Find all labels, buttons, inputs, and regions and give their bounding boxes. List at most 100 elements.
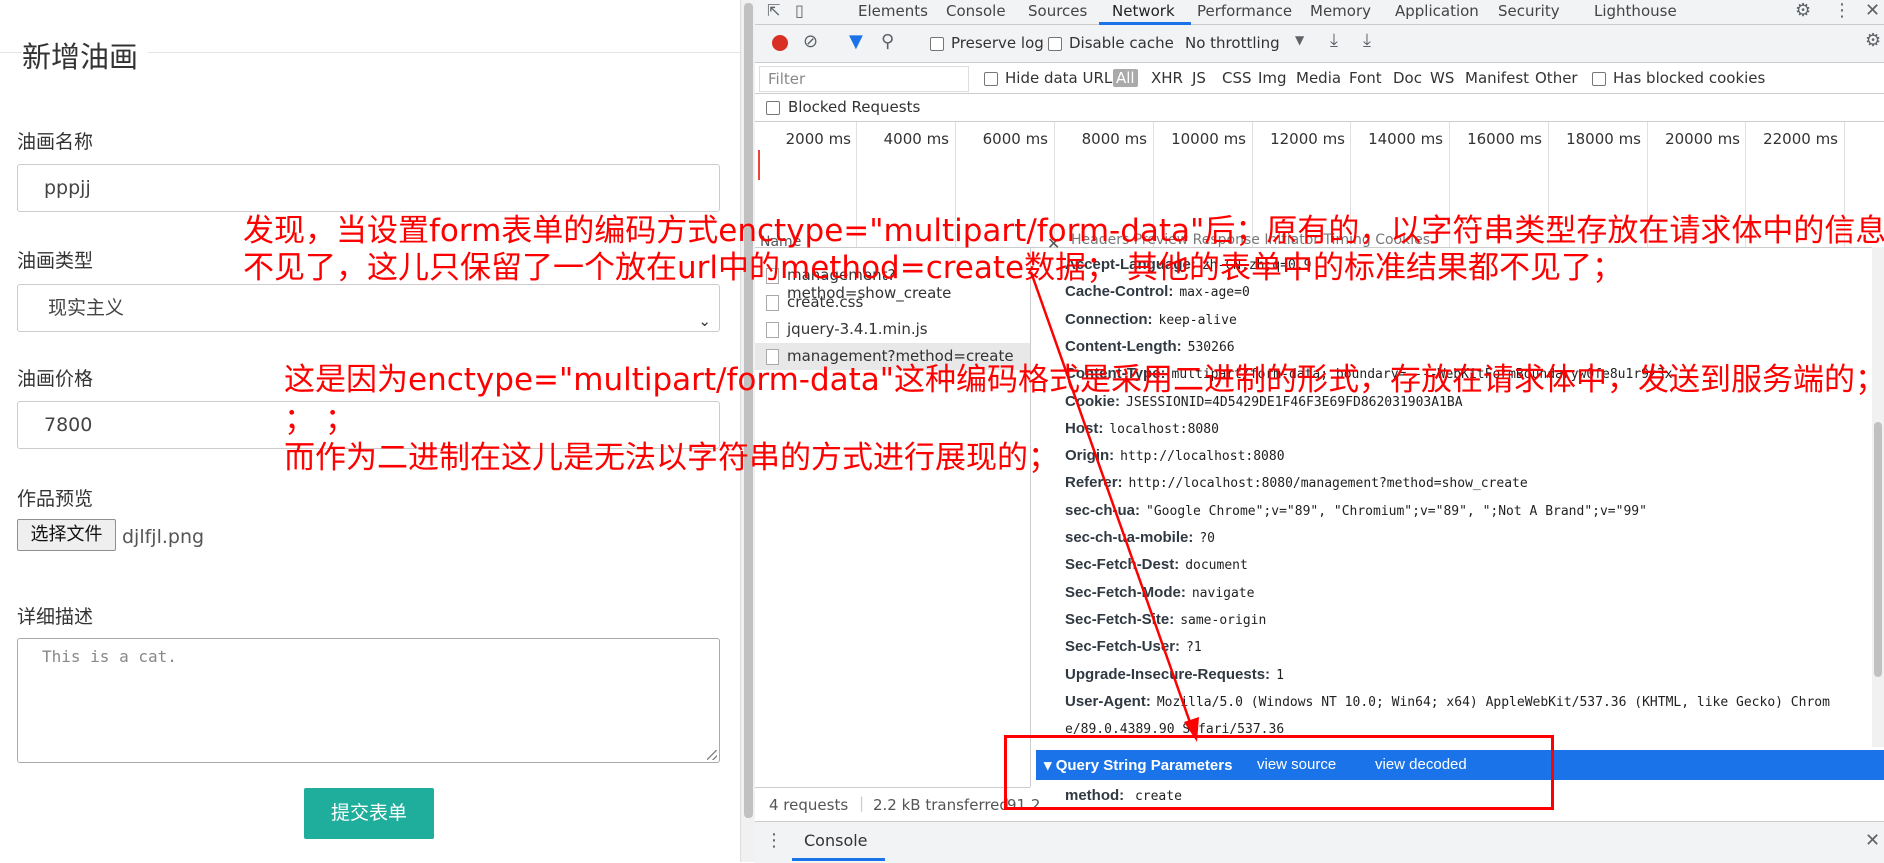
record-icon[interactable]	[772, 35, 788, 51]
header-line: User-Agent: Mozilla/5.0 (Windows NT 10.0;…	[1065, 693, 1830, 710]
description-textarea[interactable]: This is a cat.	[17, 638, 720, 763]
type-filter-js[interactable]: JS	[1192, 69, 1206, 87]
header-value: keep-alive	[1158, 312, 1237, 328]
timeline-tick: 16000 ms	[1467, 130, 1542, 148]
header-key: Host:	[1065, 419, 1104, 437]
file-icon	[766, 322, 779, 338]
header-line: Sec-Fetch-Mode: navigate	[1065, 584, 1254, 601]
resize-handle-icon[interactable]	[707, 750, 717, 760]
tab-sources[interactable]: Sources	[1028, 2, 1087, 20]
search-icon[interactable]: ⚲	[881, 31, 894, 52]
annotation-text: 这是因为enctype="multipart/form-data"这种编码格式是…	[284, 362, 1884, 398]
type-filter-xhr[interactable]: XHR	[1151, 69, 1183, 87]
tab-lighthouse[interactable]: Lighthouse	[1594, 2, 1677, 20]
has-blocked-cookies-checkbox[interactable]	[1592, 72, 1606, 86]
header-value: http://localhost:8080/management?method=…	[1128, 476, 1528, 492]
annotation-text: 不见了，这儿只保留了一个放在url中的method=create数据； 其他的表…	[243, 250, 1623, 286]
scrollbar-thumb[interactable]	[744, 3, 753, 818]
upload-icon[interactable]: ⤓	[1330, 30, 1338, 51]
header-line: Origin: http://localhost:8080	[1065, 447, 1285, 464]
hide-data-urls-checkbox[interactable]	[984, 72, 998, 86]
drawer-menu-icon[interactable]: ⋮	[765, 830, 783, 851]
timeline-tick: 14000 ms	[1368, 130, 1443, 148]
filter-placeholder: Filter	[768, 70, 806, 88]
transferred-size: 2.2 kB transferred	[873, 796, 1009, 814]
timeline-tick: 6000 ms	[982, 130, 1048, 148]
type-filter-media[interactable]: Media	[1296, 69, 1341, 87]
choose-file-button[interactable]: 选择文件	[17, 519, 116, 551]
tab-security[interactable]: Security	[1498, 2, 1560, 20]
tab-application[interactable]: Application	[1395, 2, 1479, 20]
type-select[interactable]: 现实主义 ⌄	[17, 284, 720, 332]
submit-button[interactable]: 提交表单	[304, 788, 434, 839]
filter-icon[interactable]: ▼	[849, 31, 863, 52]
devtools-tab-bar: ⇱ ▯ Elements Console Sources Network Per…	[755, 0, 1884, 25]
type-filter-css[interactable]: CSS	[1222, 69, 1252, 87]
has-blocked-cookies-label: Has blocked cookies	[1613, 69, 1766, 87]
close-icon[interactable]: ✕	[1865, 0, 1880, 21]
download-icon[interactable]: ⤓	[1363, 30, 1371, 51]
file-icon	[766, 295, 779, 311]
throttling-select[interactable]: No throttling	[1185, 34, 1280, 52]
type-filter-other[interactable]: Other	[1535, 69, 1578, 87]
timeline-tick: 12000 ms	[1270, 130, 1345, 148]
header-line: Referer: http://localhost:8080/management…	[1065, 474, 1528, 491]
page-scrollbar[interactable]	[740, 0, 756, 862]
header-value: 1	[1276, 667, 1284, 683]
request-row[interactable]: jquery-3.4.1.min.js	[755, 316, 1030, 343]
type-label: 油画类型	[17, 250, 94, 272]
inspect-icon[interactable]: ⇱	[767, 1, 780, 20]
header-key: Upgrade-Insecure-Requests:	[1065, 665, 1271, 683]
gear-icon[interactable]: ⚙	[1795, 0, 1811, 21]
header-value: "Google Chrome";v="89", "Chromium";v="89…	[1146, 503, 1647, 519]
tab-console[interactable]: Console	[946, 2, 1006, 20]
scrollbar-thumb[interactable]	[1874, 422, 1882, 677]
timeline-tick: 10000 ms	[1171, 130, 1246, 148]
request-name: create.css	[787, 293, 864, 311]
clear-icon[interactable]: ⊘	[803, 31, 818, 52]
header-value: max-age=0	[1179, 285, 1250, 301]
drawer-active-indicator	[792, 858, 885, 861]
drawer-close-icon[interactable]: ✕	[1865, 830, 1880, 851]
type-filter-all[interactable]: All	[1113, 69, 1138, 87]
preview-label: 作品预览	[17, 488, 94, 510]
blocked-requests-checkbox[interactable]	[766, 101, 780, 115]
tab-elements[interactable]: Elements	[858, 2, 928, 20]
filter-input[interactable]: Filter	[759, 66, 969, 92]
name-label: 油画名称	[17, 131, 94, 153]
request-headers: Accept-Language: zh-CN,zh;q=0.9 Cache-Cont…	[1065, 256, 1884, 744]
type-filter-ws[interactable]: WS	[1430, 69, 1454, 87]
tab-performance[interactable]: Performance	[1197, 2, 1292, 20]
header-key: Sec-Fetch-Mode:	[1065, 583, 1186, 601]
header-value: ?0	[1199, 531, 1216, 546]
drawer-tab-console[interactable]: Console	[804, 831, 868, 850]
request-list: Name management?method=show_create creat…	[755, 234, 1031, 787]
drawer-bar: ⋮ Console ✕	[755, 821, 1884, 863]
tab-memory[interactable]: Memory	[1310, 2, 1371, 20]
type-filter-img[interactable]: Img	[1258, 69, 1287, 87]
header-key: Sec-Fetch-Dest:	[1065, 556, 1180, 574]
more-icon[interactable]: ⋮	[1833, 0, 1851, 21]
request-name: jquery-3.4.1.min.js	[787, 320, 928, 338]
header-value: Mozilla/5.0 (Windows NT 10.0; Win64; x64…	[1156, 694, 1830, 710]
annotation-text: 而作为二进制在这儿是无法以字符串的方式进行展现的；	[284, 440, 1059, 476]
caret-down-icon[interactable]: ▼	[1295, 33, 1304, 47]
header-value: ?1	[1186, 640, 1202, 656]
header-key: Connection:	[1065, 310, 1153, 328]
form-page: 新增油画 油画名称 pppjj 油画类型 现实主义 ⌄ 油画价格 7800 作品…	[0, 0, 740, 862]
network-settings-icon[interactable]: ⚙	[1865, 30, 1881, 51]
type-filter-font[interactable]: Font	[1349, 69, 1382, 87]
annotation-text: 发现，当设置form表单的编码方式enctype="multipart/form…	[243, 213, 1884, 249]
request-row[interactable]: create.css	[755, 289, 1030, 316]
timeline-tick: 8000 ms	[1081, 130, 1147, 148]
disable-cache-checkbox[interactable]	[1048, 37, 1062, 51]
name-input[interactable]: pppjj	[17, 164, 720, 212]
headers-scrollbar[interactable]	[1872, 247, 1884, 747]
preserve-log-checkbox[interactable]	[930, 37, 944, 51]
file-name: djlfjl.png	[122, 526, 205, 548]
type-filter-doc[interactable]: Doc	[1393, 69, 1422, 87]
type-filter-manifest[interactable]: Manifest	[1465, 69, 1529, 87]
tab-network[interactable]: Network	[1112, 2, 1175, 20]
device-toggle-icon[interactable]: ▯	[795, 1, 804, 20]
filter-row: Filter Hide data URLs All XHR JS CSS Img…	[755, 63, 1884, 94]
